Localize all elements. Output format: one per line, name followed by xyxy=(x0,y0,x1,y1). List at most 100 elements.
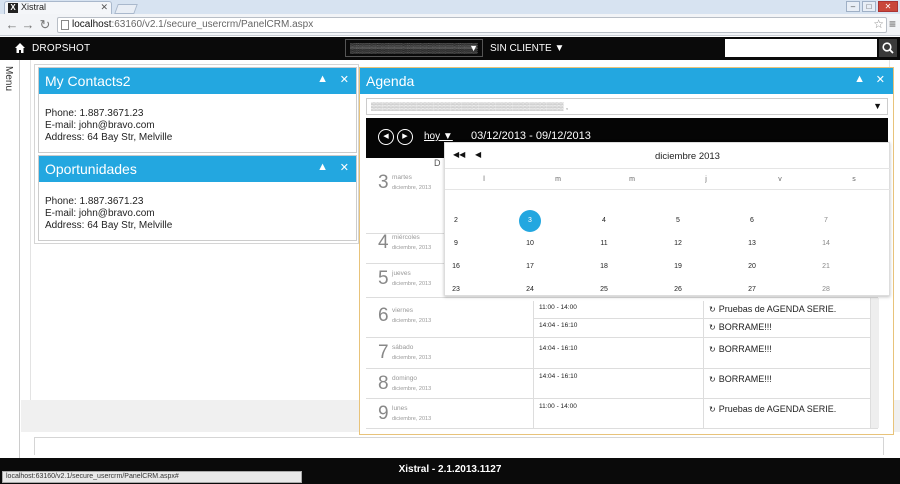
reload-icon[interactable]: ↻ xyxy=(37,17,53,33)
calendar-day[interactable]: 19 xyxy=(667,256,689,278)
forward-icon[interactable]: → xyxy=(20,17,36,33)
maximize-icon[interactable]: □ xyxy=(862,1,876,12)
calendar-day[interactable]: 6 xyxy=(741,210,763,232)
date-range: 03/12/2013 - 09/12/2013 xyxy=(471,130,591,142)
browser-tab[interactable]: X Xistral ✕ xyxy=(4,1,112,14)
recurring-icon: ↻ xyxy=(709,323,716,332)
calendar-day[interactable]: 7 xyxy=(815,210,837,232)
tab-close-icon[interactable]: ✕ xyxy=(100,2,108,13)
day-number: 7 xyxy=(378,342,389,363)
next-week-button[interactable]: ▶ xyxy=(397,129,413,145)
calendar-day[interactable]: 20 xyxy=(741,256,763,278)
search-icon xyxy=(882,42,894,54)
close-icon[interactable]: ✕ xyxy=(876,73,885,86)
side-menu-toggle[interactable]: Menu xyxy=(0,60,20,458)
panel-title: Agenda xyxy=(366,73,415,89)
collapse-icon[interactable]: ▲ xyxy=(317,161,328,173)
browser-titlebar: X Xistral ✕ – □ ✕ xyxy=(0,0,900,14)
window-close-icon[interactable]: ✕ xyxy=(878,1,898,12)
day-row[interactable]: 9 lunes diciembre, 2013 11:00 - 14:00 ↻ P… xyxy=(366,399,878,429)
recurring-icon: ↻ xyxy=(709,405,716,414)
email-line: E-mail: john@bravo.com xyxy=(45,208,155,219)
day-month: diciembre, 2013 xyxy=(392,355,432,361)
calendar-day[interactable]: 25 xyxy=(593,279,615,301)
day-month: diciembre, 2013 xyxy=(392,318,432,324)
agenda-scrollbar[interactable] xyxy=(870,298,879,428)
calendar-day[interactable]: 12 xyxy=(667,233,689,255)
day-row[interactable]: 6 viernes diciembre, 2013 11:00 - 14:00 … xyxy=(366,301,878,338)
browser-toolbar: ← → ↻ localhost:63160/v2.1/secure_usercr… xyxy=(0,14,900,36)
contacts-panel-header: My Contacts2 ▲ ✕ xyxy=(39,68,356,94)
event-item[interactable]: ↻ BORRAME!!! xyxy=(703,319,873,338)
new-tab-button[interactable] xyxy=(114,4,138,14)
bookmark-star-icon[interactable]: ☆ xyxy=(873,17,884,31)
collapse-icon[interactable]: ▲ xyxy=(854,73,865,85)
calendar-day[interactable]: 28 xyxy=(815,279,837,301)
calendar-day[interactable]: 4 xyxy=(593,210,615,232)
browser-status-url: localhost:63160/v2.1/secure_usercrm/Pane… xyxy=(2,471,302,483)
calendar-day-selected[interactable]: 3 xyxy=(519,210,541,232)
calendar-day[interactable]: 21 xyxy=(815,256,837,278)
calendar-day[interactable]: 14 xyxy=(815,233,837,255)
brand-label[interactable]: DROPSHOT xyxy=(32,43,90,54)
calendar-day[interactable]: 13 xyxy=(741,233,763,255)
event-item[interactable]: ↻ BORRAME!!! xyxy=(703,338,873,369)
client-selector-label: SIN CLIENTE xyxy=(490,43,552,54)
calendar-day[interactable]: 17 xyxy=(519,256,541,278)
event-title: BORRAME!!! xyxy=(718,322,772,332)
phone-line: Phone: 1.887.3671.23 xyxy=(45,108,144,119)
today-dropdown[interactable]: hoy ▼ xyxy=(424,131,453,142)
weekday-label: m xyxy=(555,176,561,183)
prev-year-button[interactable]: ◀◀ xyxy=(453,150,465,159)
calendar-weekdays: l m m j v s xyxy=(445,176,891,188)
browser-menu-icon[interactable]: ≡ xyxy=(889,18,896,30)
calendar-month-title: diciembre 2013 xyxy=(655,151,720,162)
search-button[interactable] xyxy=(879,39,897,57)
recurring-icon: ↻ xyxy=(709,305,716,314)
tab-title: Xistral xyxy=(21,2,47,12)
close-icon[interactable]: ✕ xyxy=(340,161,349,174)
url-host: localhost xyxy=(72,19,112,30)
calendar-day[interactable]: 24 xyxy=(519,279,541,301)
calendar-day[interactable]: 10 xyxy=(519,233,541,255)
day-number: 9 xyxy=(378,403,389,424)
calendar-day[interactable]: 23 xyxy=(445,279,467,301)
day-name: lunes xyxy=(392,405,408,412)
company-selector[interactable]: ▒▒▒▒▒▒▒▒▒▒▒▒▒▒▒▒▒▒▒▒ ▼ xyxy=(345,39,483,57)
email-line: E-mail: john@bravo.com xyxy=(45,120,155,131)
menu-label: Menu xyxy=(3,66,14,92)
calendar-day[interactable]: 5 xyxy=(667,210,689,232)
home-icon[interactable] xyxy=(14,42,26,54)
address-line: Address: 64 Bay Str, Melville xyxy=(45,132,173,143)
client-selector[interactable]: SIN CLIENTE ▼ xyxy=(490,43,564,54)
calendar-day[interactable]: 11 xyxy=(593,233,615,255)
calendar-day[interactable]: 27 xyxy=(741,279,763,301)
agenda-user-selector[interactable]: ▒▒▒▒▒▒▒▒▒▒▒▒▒▒▒▒▒▒▒▒▒▒▒▒▒▒▒▒▒▒▒▒▒▒ , ▼ xyxy=(366,98,888,115)
day-row[interactable]: 7 sábado diciembre, 2013 14:04 - 16:10 ↻… xyxy=(366,338,878,369)
calendar-day[interactable]: 16 xyxy=(445,256,467,278)
calendar-day[interactable]: 2 xyxy=(445,210,467,232)
search-input[interactable] xyxy=(725,39,877,57)
day-month: diciembre, 2013 xyxy=(392,185,432,191)
minimize-icon[interactable]: – xyxy=(846,1,860,12)
day-row[interactable]: 8 domingo diciembre, 2013 14:04 - 16:10 … xyxy=(366,369,878,399)
prev-month-button[interactable]: ◀ xyxy=(475,150,481,159)
back-icon[interactable]: ← xyxy=(4,17,20,33)
day-name: domingo xyxy=(392,375,417,382)
prev-week-button[interactable]: ◀ xyxy=(378,129,394,145)
contacts-panel: My Contacts2 ▲ ✕ Phone: 1.887.3671.23 E-… xyxy=(38,67,357,153)
calendar-day[interactable]: 18 xyxy=(593,256,615,278)
event-time: 11:00 - 14:00 xyxy=(533,301,703,319)
address-bar[interactable]: localhost:63160/v2.1/secure_usercrm/Pane… xyxy=(57,17,887,33)
day-name: viernes xyxy=(392,307,413,314)
event-item[interactable]: ↻ Pruebas de AGENDA SERIE. xyxy=(703,399,873,429)
day-month: diciembre, 2013 xyxy=(392,245,432,251)
collapse-icon[interactable]: ▲ xyxy=(317,73,328,85)
calendar-day[interactable]: 9 xyxy=(445,233,467,255)
close-icon[interactable]: ✕ xyxy=(340,73,349,86)
day-number: 5 xyxy=(378,268,389,289)
event-item[interactable]: ↻ BORRAME!!! xyxy=(703,369,873,399)
weekday-label: l xyxy=(483,176,485,183)
calendar-day[interactable]: 26 xyxy=(667,279,689,301)
event-item[interactable]: ↻ Pruebas de AGENDA SERIE. xyxy=(703,301,873,319)
